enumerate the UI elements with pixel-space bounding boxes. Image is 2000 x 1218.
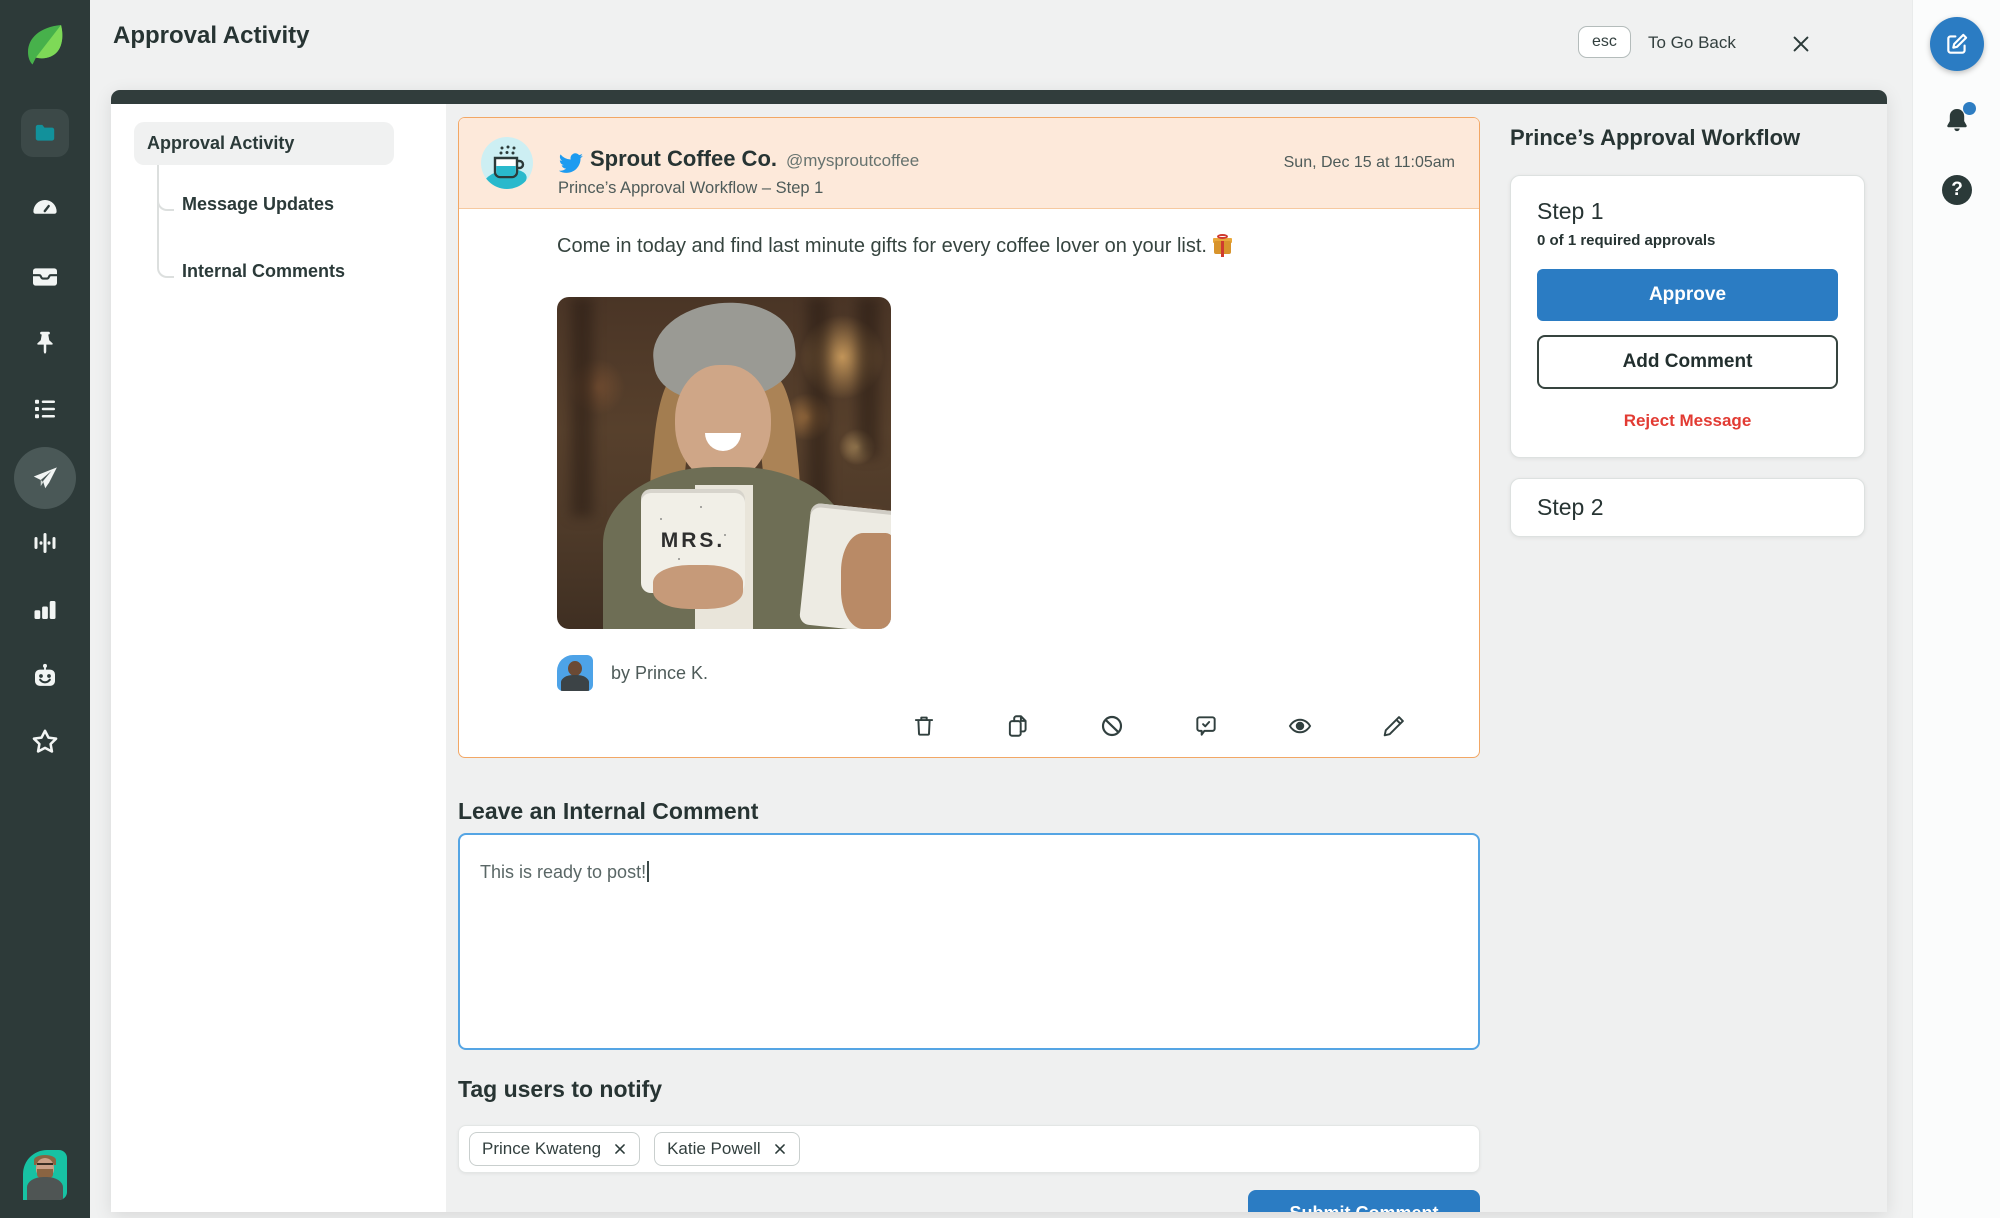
- waveform-icon: [34, 533, 56, 553]
- pencil-icon[interactable]: [1381, 713, 1407, 739]
- message-body: Come in today and find last minute gifts…: [459, 209, 1479, 739]
- message-timestamp: Sun, Dec 15 at 11:05am: [1283, 154, 1455, 171]
- tree-connector: [157, 165, 174, 278]
- compose-button[interactable]: [1930, 17, 1984, 71]
- sidebar-item-feeds[interactable]: [0, 394, 90, 424]
- eye-icon[interactable]: [1287, 713, 1313, 739]
- nav-item-approval-activity[interactable]: Approval Activity: [134, 122, 394, 165]
- panel-top-bar: [111, 90, 1887, 104]
- tag-label: Katie Powell: [667, 1139, 761, 1158]
- help-button[interactable]: ?: [1942, 175, 1972, 205]
- close-button[interactable]: [1788, 31, 1814, 57]
- tag-label: Prince Kwateng: [482, 1139, 602, 1158]
- remove-tag-icon[interactable]: [773, 1142, 787, 1156]
- mug-text: MRS.: [660, 529, 726, 552]
- bar-chart-icon: [34, 601, 56, 619]
- go-back-label: To Go Back: [1648, 33, 1736, 52]
- message-header: Sprout Coffee Co. @mysproutcoffee Prince’…: [459, 118, 1479, 209]
- list-icon: [35, 399, 55, 419]
- page-title: Approval Activity: [113, 22, 310, 49]
- step-1-label: Step 1: [1537, 198, 1604, 224]
- tag-users-input[interactable]: Prince Kwateng Katie Powell: [458, 1125, 1480, 1173]
- sidebar-item-reports[interactable]: [0, 594, 90, 624]
- tag-users-heading: Tag users to notify: [458, 1076, 663, 1102]
- add-comment-button[interactable]: Add Comment: [1537, 335, 1838, 389]
- workflow-step-label: Prince’s Approval Workflow – Step 1: [558, 179, 824, 197]
- message-actions: [557, 713, 1443, 739]
- sidebar-item-listening[interactable]: [0, 528, 90, 558]
- pin-icon: [37, 331, 53, 354]
- user-tag-chip: Katie Powell: [654, 1132, 800, 1166]
- sidebar-item-folders[interactable]: [0, 109, 90, 157]
- robot-icon: [35, 663, 55, 686]
- internal-comment-heading: Leave an Internal Comment: [458, 798, 759, 824]
- submit-comment-button[interactable]: Submit Comment: [1248, 1190, 1480, 1212]
- comment-text: This is ready to post!: [480, 862, 647, 882]
- folder-icon: [21, 109, 69, 157]
- user-tag-chip: Prince Kwateng: [469, 1132, 641, 1166]
- nav-item-internal-comments[interactable]: Internal Comments: [182, 261, 345, 282]
- approval-activity-panel: Approval Activity Message Updates Intern…: [111, 90, 1887, 1212]
- workflow-heading: Prince’s Approval Workflow: [1510, 125, 1801, 150]
- message-text: Come in today and find last minute gifts…: [557, 235, 1207, 257]
- author-name: Sprout Coffee Co.: [590, 146, 777, 171]
- profile-avatar-coffee: [481, 137, 533, 189]
- ban-icon[interactable]: [1099, 713, 1125, 739]
- step-1-progress: 0 of 1 required approvals: [1537, 232, 1716, 249]
- avatar-image: [23, 1150, 67, 1200]
- message-card: Sprout Coffee Co. @mysproutcoffee Prince’…: [458, 117, 1480, 758]
- message-byline: by Prince K.: [611, 662, 709, 683]
- compose-icon: [1947, 33, 1968, 54]
- sidebar-item-publishing[interactable]: [0, 447, 90, 509]
- workflow-step-1-card: Step 1 0 of 1 required approvals Approve…: [1510, 175, 1865, 458]
- text-caret: [647, 861, 650, 882]
- workflow-panel: Prince’s Approval Workflow Step 1 0 of 1…: [1510, 104, 1865, 537]
- copy-icon[interactable]: [1005, 713, 1031, 739]
- notification-badge: [1963, 102, 1976, 115]
- activity-nav: Approval Activity Message Updates Intern…: [111, 104, 446, 1212]
- author-mini-avatar: [557, 655, 593, 691]
- sprout-logo-icon[interactable]: [0, 20, 90, 68]
- comment-check-icon[interactable]: [1193, 713, 1219, 739]
- star-icon: [32, 729, 58, 753]
- gift-emoji: [1212, 234, 1232, 257]
- sidebar-item-pinned[interactable]: [0, 328, 90, 358]
- user-avatar[interactable]: [0, 1150, 90, 1200]
- approve-button[interactable]: Approve: [1537, 269, 1838, 321]
- sidebar-item-inbox[interactable]: [0, 261, 90, 293]
- paper-plane-icon: [33, 467, 57, 489]
- gauge-icon: [33, 200, 57, 214]
- inbox-icon: [33, 268, 57, 286]
- notifications-button[interactable]: [1941, 102, 1976, 137]
- workflow-step-2-card[interactable]: Step 2: [1510, 478, 1865, 537]
- right-sidebar: ?: [1912, 0, 2000, 1218]
- reject-message-link[interactable]: Reject Message: [1537, 411, 1838, 431]
- twitter-icon: [558, 153, 583, 173]
- sidebar-item-automation[interactable]: [0, 660, 90, 692]
- author-handle: @mysproutcoffee: [786, 151, 920, 170]
- step-2-label: Step 2: [1537, 494, 1604, 520]
- trash-icon[interactable]: [911, 713, 937, 739]
- sidebar-item-favorites[interactable]: [0, 726, 90, 758]
- attached-photo[interactable]: MRS.: [557, 297, 891, 629]
- sidebar-item-dashboard[interactable]: [0, 194, 90, 226]
- esc-key-hint: esc: [1578, 26, 1631, 58]
- remove-tag-icon[interactable]: [613, 1142, 627, 1156]
- nav-item-message-updates[interactable]: Message Updates: [182, 194, 334, 215]
- coffee-cup-icon: [493, 145, 525, 179]
- close-icon: [1793, 36, 1809, 52]
- internal-comment-input[interactable]: This is ready to post!: [458, 833, 1480, 1050]
- left-sidebar: [0, 0, 90, 1218]
